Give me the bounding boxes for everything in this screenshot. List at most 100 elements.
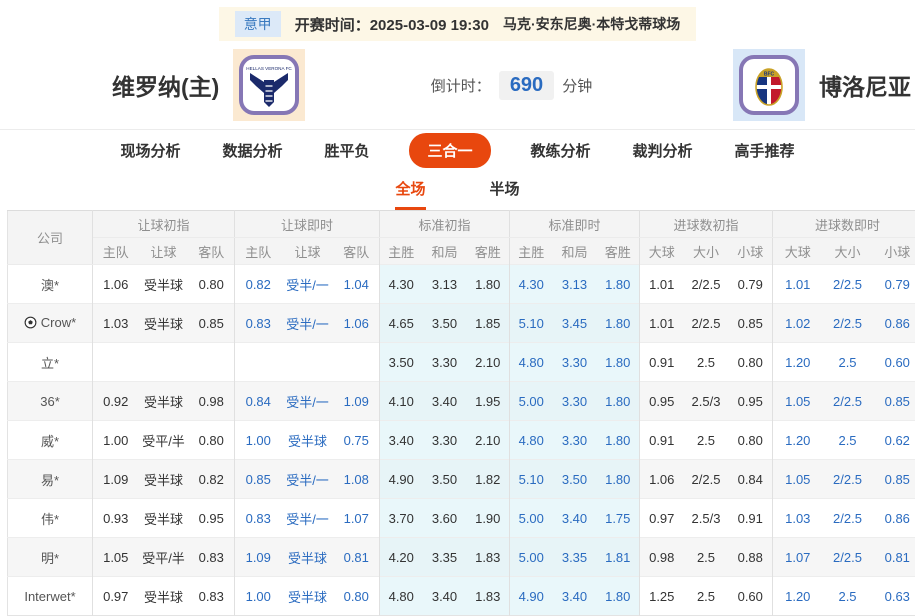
odds-cell: 4.10 [380,382,423,421]
odds-cell: 受半球 [139,460,189,499]
col-header: 主胜 [380,238,423,265]
home-team-block: 维罗纳(主) HELLAS VERONA FC [0,49,431,121]
col-header: 主队 [93,238,139,265]
company-cell[interactable]: 易* [8,460,93,499]
odds-cell: 2.5/3 [684,499,729,538]
odds-cell: 受半球 [139,577,189,616]
odds-cell: 3.50 [423,460,467,499]
company-cell[interactable]: 澳* [8,265,93,304]
company-name: 立* [41,353,59,372]
away-team-logo: BFC [733,49,805,121]
odds-cell: 3.30 [553,382,597,421]
company-cell[interactable]: 明* [8,538,93,577]
odds-cell: 0.85 [873,382,915,421]
table-row: 伟*0.93受半球0.950.83受半/一1.073.703.601.905.0… [8,499,915,538]
bologna-crest-icon: BFC [737,53,801,117]
odds-cell: 5.00 [510,538,553,577]
odds-cell: 3.30 [553,343,597,382]
odds-cell: 受半/一 [282,304,334,343]
table-row: 立*3.503.302.104.803.301.800.912.50.801.2… [8,343,915,382]
odds-cell: 受半球 [139,265,189,304]
odds-cell: 0.85 [873,460,915,499]
nav-tab-2[interactable]: 数据分析 [220,134,284,167]
nav-tab-7[interactable]: 高手推荐 [733,134,797,167]
odds-cell: 2.5 [684,538,729,577]
countdown-unit: 分钟 [562,75,592,96]
nav-tab-3[interactable]: 胜平负 [322,134,371,167]
company-cell[interactable]: 36* [8,382,93,421]
odds-cell: 3.13 [553,265,597,304]
odds-cell: 受半球 [282,577,334,616]
odds-cell: 3.40 [380,421,423,460]
odds-cell: 4.80 [510,343,553,382]
odds-cell: 1.80 [597,421,640,460]
odds-cell: 2/2.5 [684,460,729,499]
odds-cell: 受半球 [139,304,189,343]
period-tabs: 全场 半场 [0,170,915,210]
odds-cell: 5.10 [510,460,553,499]
hellas-verona-crest-icon: HELLAS VERONA FC [237,53,301,117]
odds-cell: 3.30 [423,343,467,382]
odds-cell: 5.10 [510,304,553,343]
odds-cell: 2.10 [467,421,510,460]
odds-cell [139,343,189,382]
odds-cell: 0.85 [189,304,235,343]
odds-cell: 3.50 [380,343,423,382]
odds-cell: 受半球 [139,382,189,421]
period-tab-2[interactable]: 半场 [490,178,520,210]
odds-cell: 1.80 [597,460,640,499]
odds-cell: 1.09 [93,460,139,499]
company-cell[interactable]: Interwet* [8,577,93,616]
company-cell[interactable]: 威* [8,421,93,460]
odds-cell: 4.90 [380,460,423,499]
table-row: 澳*1.06受半球0.800.82受半/一1.044.303.131.804.3… [8,265,915,304]
odds-cell: 1.95 [467,382,510,421]
company-cell[interactable]: 立* [8,343,93,382]
col-header: 大小 [823,238,873,265]
col-header: 客胜 [597,238,640,265]
col-header: 主队 [235,238,282,265]
group-header-6: 进球数即时 [773,211,915,238]
odds-cell: 0.93 [93,499,139,538]
home-team-name: 维罗纳(主) [112,68,219,102]
odds-cell: 4.30 [380,265,423,304]
odds-cell: 1.09 [235,538,282,577]
odds-cell: 1.75 [597,499,640,538]
odds-cell: 3.30 [553,421,597,460]
odds-cell: 1.05 [773,382,823,421]
odds-cell: 4.90 [510,577,553,616]
nav-tab-1[interactable]: 现场分析 [118,134,182,167]
company-cell[interactable]: 伟* [8,499,93,538]
kickoff-value: 2025-03-09 19:30 [370,17,489,34]
odds-cell: 0.98 [189,382,235,421]
odds-cell: 0.85 [729,304,773,343]
odds-cell: 1.01 [640,265,684,304]
company-name: 澳* [41,275,59,294]
odds-cell: 3.35 [423,538,467,577]
svg-text:BFC: BFC [764,72,775,78]
col-header: 让球 [139,238,189,265]
odds-cell: 1.01 [773,265,823,304]
company-header: 公司 [8,211,93,265]
company-cell[interactable]: Crow* [8,304,93,343]
top-bar: 意甲 开赛时间：2025-03-09 19:30 马克·安东尼奥·本特戈蒂球场 [0,0,915,41]
odds-cell: 0.80 [189,265,235,304]
company-name: 威* [41,431,59,450]
odds-cell: 受半/一 [282,265,334,304]
odds-cell: 2.5/3 [684,382,729,421]
nav-tab-5[interactable]: 教练分析 [529,134,593,167]
odds-cell: 1.01 [640,304,684,343]
col-header: 大小 [684,238,729,265]
period-tab-1[interactable]: 全场 [395,178,425,210]
nav-tab-6[interactable]: 裁判分析 [631,134,695,167]
odds-cell: 受半球 [139,499,189,538]
odds-cell: 3.35 [553,538,597,577]
odds-cell: 0.97 [640,499,684,538]
nav-tab-4[interactable]: 三合一 [409,133,490,168]
kickoff-time: 开赛时间：2025-03-09 19:30 [295,14,489,35]
odds-cell: 1.07 [334,499,380,538]
odds-cell: 0.84 [729,460,773,499]
table-row: Interwet*0.97受半球0.831.00受半球0.804.803.401… [8,577,915,616]
odds-cell: 1.20 [773,577,823,616]
col-header: 客队 [189,238,235,265]
